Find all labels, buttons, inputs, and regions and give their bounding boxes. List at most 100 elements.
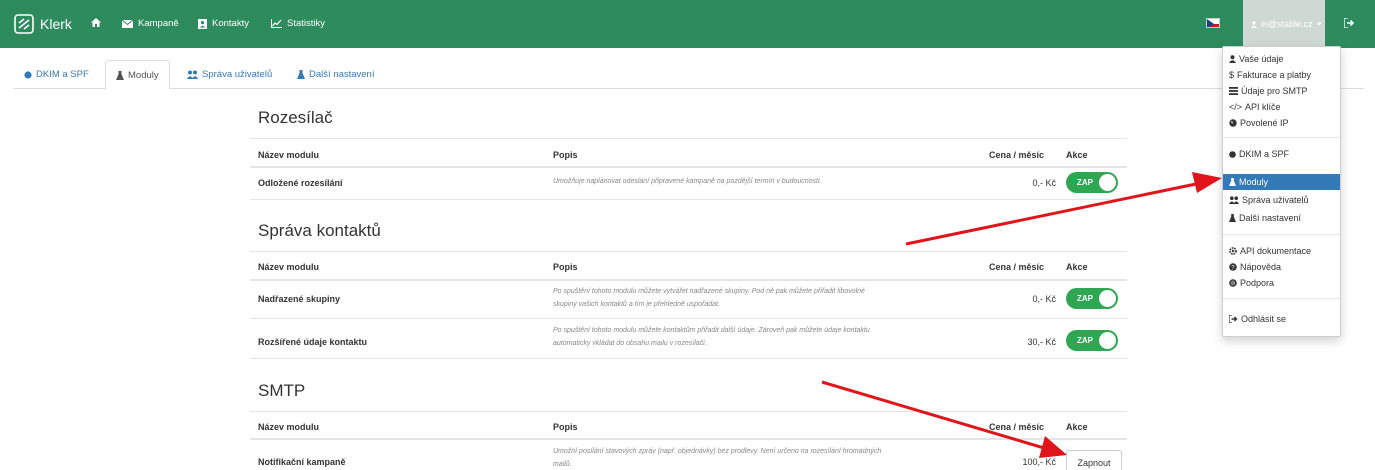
th-action: Akce (1066, 422, 1088, 432)
nav-kontakty[interactable]: Kontakty (198, 18, 249, 29)
th-action: Akce (1066, 262, 1088, 272)
caret-down-icon (1316, 22, 1321, 26)
logout-icon (1229, 315, 1238, 323)
enable-module-button[interactable]: Zapnout (1066, 450, 1122, 470)
code-icon: </> (1229, 102, 1243, 112)
contacts-icon (198, 18, 207, 29)
nav-kampane-label: Kampaně (138, 18, 179, 29)
toggle-label: ZAP (1077, 294, 1093, 303)
th-module-name: Název modulu (258, 150, 320, 160)
users-icon (187, 70, 198, 79)
th-module-name: Název modulu (258, 422, 320, 432)
module-toggle[interactable]: ZAP (1066, 288, 1118, 309)
user-icon (1229, 55, 1236, 63)
menu-item-udaje-smtp[interactable]: Údaje pro SMTP (1223, 83, 1340, 99)
user-email: in@stable.cz (1260, 19, 1313, 29)
nav-home[interactable] (91, 18, 106, 27)
module-name: Nadřazené skupiny (258, 294, 341, 304)
module-name: Odložené rozesílání (258, 178, 343, 188)
table-header-border (250, 438, 1127, 440)
chart-icon (271, 19, 282, 28)
module-name: Notifikační kampaně (258, 457, 346, 467)
nav-statistiky[interactable]: Statistiky (271, 18, 325, 29)
module-price: 30,- Kč (1027, 337, 1056, 347)
row-divider (250, 358, 1127, 359)
brand-logo-link[interactable]: Klerk (14, 14, 72, 34)
dot-icon (24, 70, 32, 79)
toggle-label: ZAP (1077, 336, 1093, 345)
user-dropdown-menu: Vaše údaje $ Fakturace a platby Údaje pr… (1222, 46, 1341, 337)
gear-icon (1229, 247, 1237, 255)
module-toggle[interactable]: ZAP (1066, 330, 1118, 351)
menu-item-dalsi-nastaveni[interactable]: Další nastavení (1223, 210, 1340, 226)
menu-item-sprava-uzivatelu[interactable]: Správa uživatelů (1223, 192, 1340, 208)
tab-sprava-uzivatelu[interactable]: Správa uživatelů (177, 60, 282, 89)
settings-tabs: DKIM a SPF Moduly Správa uživatelů Další… (14, 60, 1364, 90)
toggle-knob (1099, 174, 1116, 191)
menu-item-odhlasit[interactable]: Odhlásit se (1223, 311, 1340, 327)
user-icon (1251, 20, 1257, 28)
flask-icon (297, 70, 305, 79)
menu-item-api-dokumentace[interactable]: API dokumentace (1223, 243, 1340, 259)
menu-item-api-klice[interactable]: </> API klíče (1223, 99, 1340, 115)
menu-item-moduly[interactable]: Moduly (1223, 174, 1340, 190)
th-action: Akce (1066, 150, 1088, 160)
user-menu-toggle[interactable]: in@stable.cz (1243, 0, 1325, 48)
flask-icon (116, 70, 124, 80)
module-name: Rozšířené údaje kontaktu (258, 337, 368, 347)
row-divider (250, 318, 1127, 319)
module-description: Umožní posílání stavových zpráv (např. o… (553, 448, 882, 468)
th-description: Popis (553, 150, 578, 160)
menu-divider (1223, 298, 1340, 299)
menu-item-dkim-spf[interactable]: DKIM a SPF (1223, 146, 1340, 162)
th-price: Cena / měsíc (989, 422, 1045, 432)
tab-dkim-spf-label: DKIM a SPF (36, 69, 89, 80)
table-top-border (250, 411, 1127, 412)
nav-statistiky-label: Statistiky (287, 18, 326, 29)
list-icon (1229, 87, 1238, 95)
czech-flag-icon[interactable] (1206, 18, 1220, 28)
module-toggle[interactable]: ZAP (1066, 172, 1118, 193)
section-title-sprava-kontaktu: Správa kontaktů (258, 221, 381, 240)
th-price: Cena / měsíc (989, 262, 1045, 272)
menu-item-fakturace[interactable]: $ Fakturace a platby (1223, 67, 1340, 83)
menu-item-povolene-ip[interactable]: Povolené IP (1223, 115, 1340, 131)
table-header-border (250, 166, 1127, 168)
tab-moduly[interactable]: Moduly (105, 60, 170, 90)
menu-item-vase-udaje[interactable]: Vaše údaje (1223, 51, 1340, 67)
module-description: Umožňuje naplánovat odeslání připravené … (553, 178, 822, 185)
logout-icon[interactable] (1344, 18, 1355, 28)
row-divider (250, 199, 1127, 200)
tab-moduly-label: Moduly (128, 69, 159, 81)
red-arrow-icon (905, 172, 1222, 246)
module-description: Po spuštění tohoto modulu můžete vytváře… (553, 288, 865, 308)
table-header-border (250, 279, 1127, 281)
toggle-knob (1099, 332, 1116, 349)
menu-item-napoveda[interactable]: ? Nápověda (1223, 259, 1340, 275)
menu-item-podpora[interactable]: Podpora (1223, 275, 1340, 291)
users-icon (1229, 196, 1239, 204)
dot-icon (1229, 150, 1236, 158)
brand-name: Klerk (40, 16, 72, 32)
top-navbar: Klerk Kampaně Kontakty Statistiky in@sta… (0, 0, 1375, 48)
tab-dalsi-nastaveni[interactable]: Další nastavení (287, 60, 384, 89)
envelope-icon (122, 19, 133, 28)
toggle-knob (1099, 290, 1116, 307)
th-module-name: Název modulu (258, 262, 320, 272)
th-description: Popis (553, 422, 578, 432)
nav-kampane[interactable]: Kampaně (122, 18, 179, 29)
tab-dkim-spf[interactable]: DKIM a SPF (14, 60, 99, 89)
th-description: Popis (553, 262, 578, 272)
module-price: 0,- Kč (1032, 294, 1056, 304)
menu-divider (1223, 234, 1340, 235)
table-top-border (250, 138, 1127, 139)
th-price: Cena / měsíc (989, 150, 1045, 160)
tab-sprava-uzivatelu-label: Správa uživatelů (202, 69, 273, 80)
klerk-logo-icon (14, 14, 34, 34)
tab-dalsi-nastaveni-label: Další nastavení (309, 69, 375, 80)
module-price: 0,- Kč (1032, 178, 1056, 188)
nav-kontakty-label: Kontakty (212, 18, 249, 29)
globe-icon (1229, 119, 1237, 127)
flask-icon (1229, 214, 1236, 222)
home-icon (91, 18, 101, 27)
